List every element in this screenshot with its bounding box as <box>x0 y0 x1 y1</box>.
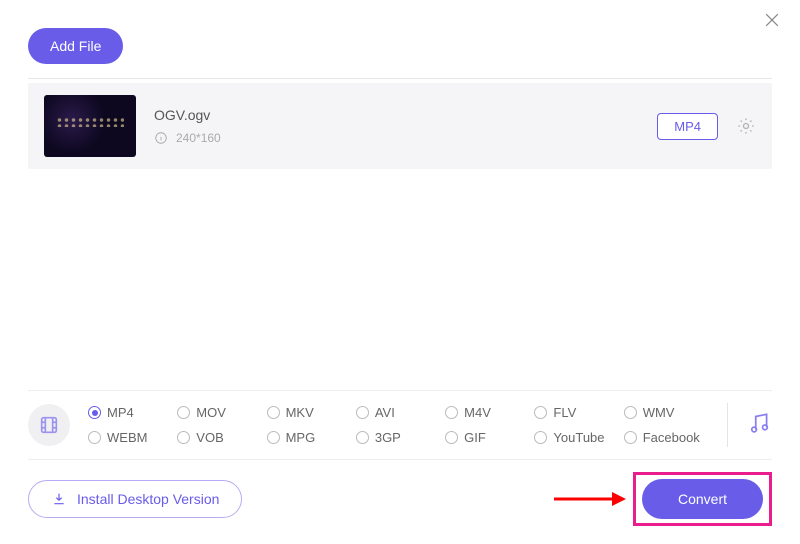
install-label: Install Desktop Version <box>77 491 219 507</box>
radio-dot <box>267 431 280 444</box>
radio-dot <box>624 431 637 444</box>
format-option-facebook[interactable]: Facebook <box>624 430 709 445</box>
install-desktop-button[interactable]: Install Desktop Version <box>28 480 242 518</box>
format-label: WEBM <box>107 430 147 445</box>
format-option-wmv[interactable]: WMV <box>624 405 709 420</box>
format-option-m4v[interactable]: M4V <box>445 405 530 420</box>
close-icon[interactable] <box>762 10 782 30</box>
category-divider <box>727 403 728 447</box>
format-label: 3GP <box>375 430 401 445</box>
format-panel: MP4 MOV MKV AVI M4V FLV WMV WEBM VOB MPG 3GP GIF You… <box>28 390 772 460</box>
radio-dot <box>356 406 369 419</box>
file-meta: OGV.ogv 240*160 <box>154 107 657 145</box>
format-option-3gp[interactable]: 3GP <box>356 430 441 445</box>
resolution-text: 240*160 <box>176 131 221 145</box>
format-label: FLV <box>553 405 576 420</box>
format-option-mpg[interactable]: MPG <box>267 430 352 445</box>
radio-dot <box>88 431 101 444</box>
format-label: MOV <box>196 405 226 420</box>
convert-highlight: Convert <box>633 472 772 526</box>
download-icon <box>51 491 67 507</box>
format-panel-container: MP4 MOV MKV AVI M4V FLV WMV WEBM VOB MPG 3GP GIF You… <box>28 390 772 460</box>
file-list: OGV.ogv 240*160 MP4 <box>28 78 772 169</box>
output-format-button[interactable]: MP4 <box>657 113 718 140</box>
convert-button[interactable]: Convert <box>642 479 763 519</box>
format-option-avi[interactable]: AVI <box>356 405 441 420</box>
format-option-mov[interactable]: MOV <box>177 405 262 420</box>
radio-dot <box>88 406 101 419</box>
format-label: M4V <box>464 405 491 420</box>
radio-dot <box>624 406 637 419</box>
format-label: AVI <box>375 405 395 420</box>
format-option-mkv[interactable]: MKV <box>267 405 352 420</box>
radio-dot <box>177 406 190 419</box>
format-option-mp4[interactable]: MP4 <box>88 405 173 420</box>
header: Add File <box>0 0 800 78</box>
info-icon <box>154 131 168 145</box>
format-grid: MP4 MOV MKV AVI M4V FLV WMV WEBM VOB MPG 3GP GIF You… <box>88 405 709 445</box>
gear-icon[interactable] <box>736 116 756 136</box>
format-label: MKV <box>286 405 314 420</box>
format-label: MP4 <box>107 405 134 420</box>
video-thumbnail[interactable] <box>44 95 136 157</box>
format-label: YouTube <box>553 430 604 445</box>
format-label: WMV <box>643 405 675 420</box>
radio-dot <box>445 406 458 419</box>
add-file-button[interactable]: Add File <box>28 28 123 64</box>
radio-dot <box>356 431 369 444</box>
format-option-gif[interactable]: GIF <box>445 430 530 445</box>
radio-dot <box>534 406 547 419</box>
annotation-arrow-icon <box>552 489 630 509</box>
video-category-icon[interactable] <box>28 404 70 446</box>
file-resolution: 240*160 <box>154 131 657 145</box>
format-option-webm[interactable]: WEBM <box>88 430 173 445</box>
format-label: Facebook <box>643 430 700 445</box>
format-label: VOB <box>196 430 223 445</box>
format-option-vob[interactable]: VOB <box>177 430 262 445</box>
radio-dot <box>177 431 190 444</box>
file-name: OGV.ogv <box>154 107 657 123</box>
radio-dot <box>445 431 458 444</box>
file-row: OGV.ogv 240*160 MP4 <box>28 83 772 169</box>
format-option-flv[interactable]: FLV <box>534 405 619 420</box>
format-label: GIF <box>464 430 486 445</box>
audio-category-icon[interactable] <box>746 410 772 441</box>
footer: Install Desktop Version Convert <box>28 472 772 526</box>
radio-dot <box>267 406 280 419</box>
radio-dot <box>534 431 547 444</box>
format-option-youtube[interactable]: YouTube <box>534 430 619 445</box>
format-label: MPG <box>286 430 316 445</box>
